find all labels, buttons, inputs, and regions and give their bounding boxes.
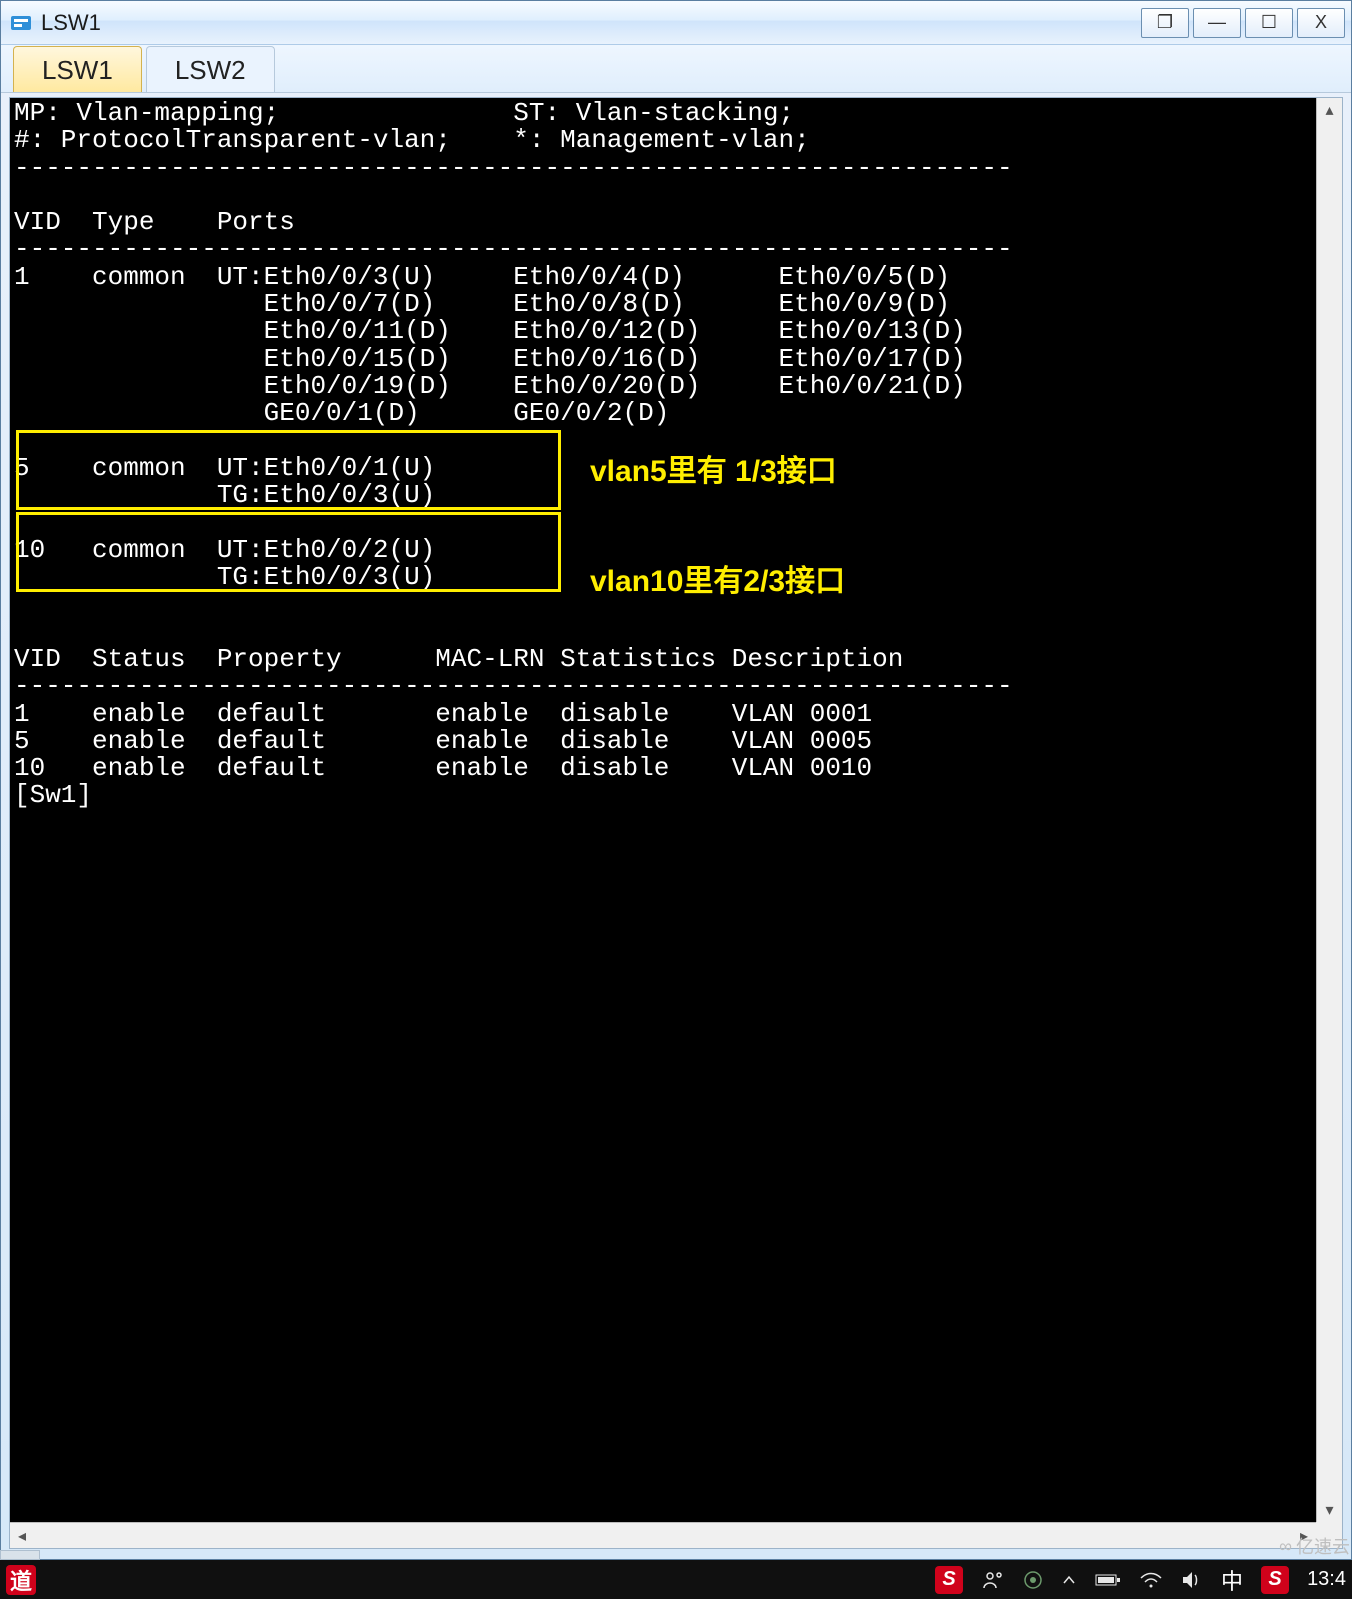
minimize-button[interactable]: —: [1193, 8, 1241, 38]
annotation-vlan5: vlan5里有 1/3接口: [590, 446, 837, 490]
app-window: LSW1 ❐ — ☐ X LSW1 LSW2 MP: Vlan-mapping;…: [0, 0, 1352, 1560]
scroll-left-icon[interactable]: ◂: [10, 1524, 34, 1548]
window-resize-strip: [0, 1550, 40, 1560]
tab-lsw2[interactable]: LSW2: [146, 46, 275, 92]
battery-icon[interactable]: [1095, 1572, 1121, 1588]
clock[interactable]: 13:4: [1307, 1568, 1346, 1591]
sogou-ime-icon[interactable]: S: [1261, 1566, 1289, 1594]
scroll-down-icon[interactable]: ▾: [1318, 1498, 1342, 1522]
ime-indicator[interactable]: 中: [1221, 1564, 1243, 1596]
annotation-vlan10: vlan10里有2/3接口: [590, 556, 845, 600]
tab-strip: LSW1 LSW2: [1, 45, 1351, 93]
sogou-tray-icon[interactable]: S: [935, 1566, 963, 1594]
chevron-up-icon[interactable]: [1061, 1572, 1077, 1588]
vscroll-track[interactable]: [1317, 122, 1342, 1498]
vertical-scrollbar[interactable]: ▴ ▾: [1316, 98, 1342, 1522]
wifi-icon[interactable]: [1139, 1570, 1163, 1590]
hscroll-track[interactable]: [34, 1523, 1292, 1548]
app-icon: [7, 9, 35, 37]
maximize-button[interactable]: ☐: [1245, 8, 1293, 38]
horizontal-scrollbar[interactable]: ◂ ▸: [10, 1522, 1316, 1548]
sync-icon[interactable]: [1023, 1570, 1043, 1590]
terminal-output[interactable]: MP: Vlan-mapping; ST: Vlan-stacking; #: …: [10, 98, 1316, 1522]
popout-button[interactable]: ❐: [1141, 8, 1189, 38]
terminal-container: MP: Vlan-mapping; ST: Vlan-stacking; #: …: [9, 97, 1343, 1549]
titlebar[interactable]: LSW1 ❐ — ☐ X: [1, 1, 1351, 45]
close-button[interactable]: X: [1297, 8, 1345, 38]
tab-lsw1[interactable]: LSW1: [13, 46, 142, 92]
people-icon[interactable]: [981, 1568, 1005, 1592]
window-title: LSW1: [41, 10, 101, 36]
volume-icon[interactable]: [1181, 1570, 1203, 1590]
watermark: ∞亿速云: [1279, 1533, 1350, 1559]
scroll-up-icon[interactable]: ▴: [1318, 98, 1342, 122]
taskbar[interactable]: 道 S 中 S 13:4: [0, 1560, 1352, 1599]
taskbar-app-icon[interactable]: 道: [6, 1565, 36, 1595]
